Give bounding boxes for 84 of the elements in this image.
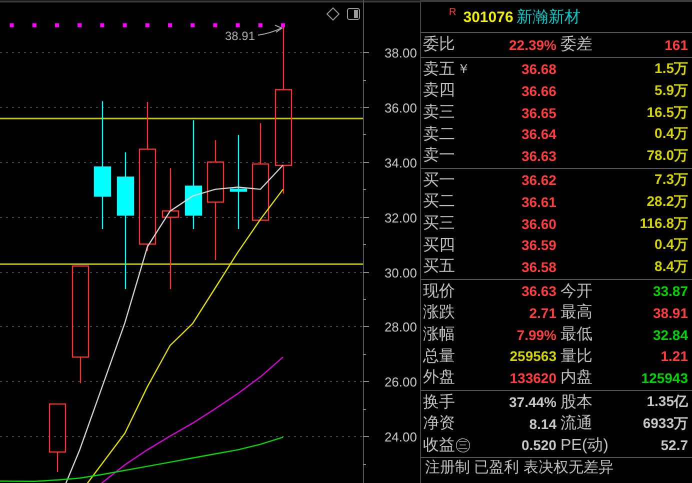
field-label: 净资 [423,414,455,434]
stock-code: 301076 [463,8,514,26]
field-label: 涨跌 [423,303,455,324]
order-volume: 116.8万 [640,214,689,233]
field-value: 7.99% [516,326,558,343]
axis-label: 30.00 [384,266,417,280]
level-label: 买二 [423,192,455,212]
field-value: 33.87 [652,283,689,300]
order-volume: 7.3万 [654,171,689,190]
field-label: 量比 [560,346,592,367]
axis-label: 34.00 [384,156,417,170]
axis-label: 24.00 [384,430,417,444]
order-volume: 0.4万 [654,125,689,144]
field-label: 最低 [560,325,592,346]
axis-label: 28.00 [384,320,417,334]
field-value: 6933万 [642,414,689,433]
field-label: 收益㊂ [423,436,471,456]
order-volume: 16.5万 [646,104,689,122]
panel-toggle-icon[interactable] [347,8,360,20]
order-price: 36.60 [521,216,558,232]
field-label: 最高 [560,302,592,324]
order-volume: 1.5万 [654,60,689,78]
field-label: 今开 [560,282,592,302]
field-value: 1.35亿 [646,393,689,412]
field-value: 36.63 [521,283,558,300]
order-volume: 28.2万 [646,192,689,211]
order-price: 36.58 [521,258,558,275]
level-label: 买三 [423,214,455,234]
field-value: 22.39% [509,36,558,53]
badge-label: R [449,7,456,18]
field-label: 委差 [560,34,592,56]
axis-label: 36.00 [384,100,417,116]
field-label: 流通 [560,414,592,434]
leader-arrow [258,24,284,36]
order-price: 36.64 [521,126,558,142]
field-label: 内盘 [560,368,592,388]
field-label: 总量 [423,346,455,367]
field-label: 现价 [423,282,455,302]
level-label: 卖四 [423,80,455,102]
field-value: 32.84 [652,326,689,343]
level-label: 卖一 [423,146,455,166]
order-volume: 0.4万 [654,236,689,254]
field-value: 259563 [510,348,558,364]
level-label: 卖二 [423,124,455,145]
field-label: 外盘 [423,368,455,388]
peak-price-label: 38.91 [224,29,255,44]
field-value: 133620 [510,370,558,386]
field-value: 125943 [641,370,689,386]
field-value: 38.91 [652,304,689,321]
field-label: 涨幅 [423,325,455,346]
field-value: 0.520 [521,437,558,454]
order-price: 36.59 [521,237,558,254]
order-volume: 78.0万 [646,146,689,165]
order-price: 36.68 [521,61,558,78]
axis-label: 32.00 [384,210,417,226]
axis-label: 38.00 [384,46,417,60]
level-label: 买四 [423,236,455,256]
field-label: PE(动) [560,436,608,456]
diamond-icon[interactable] [326,7,340,21]
stock-name: 新瀚新材 [516,8,580,28]
field-value: 8.14 [529,416,558,432]
candlestick [48,403,66,472]
order-price: 36.63 [521,148,558,164]
order-volume: 5.9万 [654,82,689,100]
order-price: 36.62 [521,172,558,188]
tag-line: 注册制 已盈利 表决权无差异 [424,458,614,478]
field-label: 股本 [560,392,592,413]
field-value: 2.71 [529,304,558,321]
order-volume: 8.4万 [654,258,689,276]
field-label: 委比 [423,34,455,56]
level-label: 买一 [423,170,455,191]
field-value: 161 [664,36,689,53]
level-label: 卖五 [423,60,455,80]
field-value: 52.7 [660,437,689,454]
field-value: 1.21 [660,348,689,364]
order-price: 36.66 [521,82,558,99]
axis-label: 26.00 [384,374,417,390]
field-label: 换手 [423,392,455,413]
order-price: 36.61 [521,194,558,210]
level-label: 卖三 [423,102,455,124]
order-price: 36.65 [521,104,558,121]
field-value: 37.44% [509,394,558,410]
level-label: 买五 [423,257,455,278]
currency-symbol: ￥ [457,60,470,78]
